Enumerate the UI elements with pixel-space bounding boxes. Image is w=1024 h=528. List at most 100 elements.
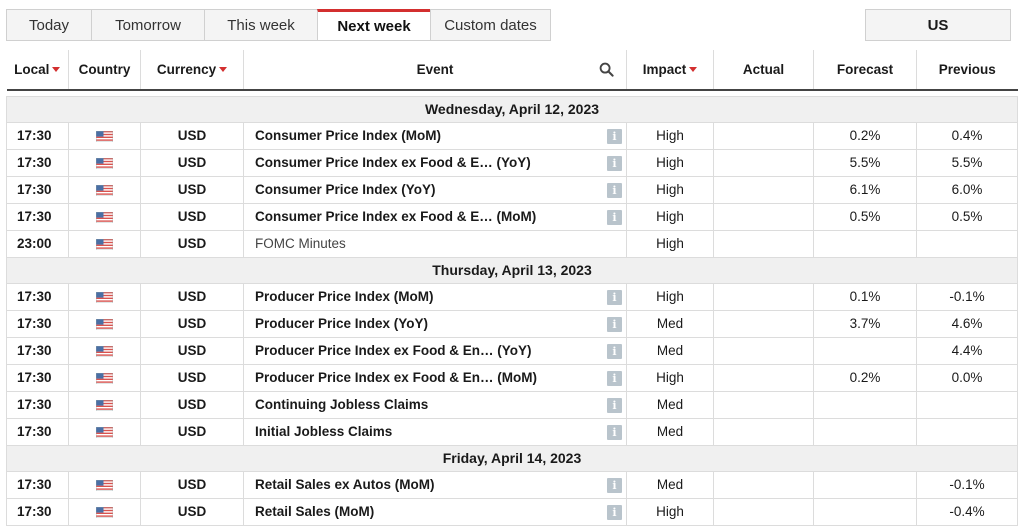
economic-calendar-table: Local Country Currency Event Impact Actu… (6, 50, 1018, 526)
info-icon[interactable]: i (607, 504, 622, 520)
table-row[interactable]: 17:30 USD Consumer Price Index (MoM) i High 0… (6, 121, 1018, 150)
event-cell[interactable]: Consumer Price Index ex Food & E… (MoM) i (243, 202, 627, 231)
table-row[interactable]: 17:30 USD Initial Jobless Claims i Med (6, 417, 1018, 446)
table-row[interactable]: 17:30 USD Retail Sales ex Autos (MoM) i Med -… (6, 470, 1018, 499)
us-flag-icon (96, 427, 113, 438)
col-currency[interactable]: Currency (140, 50, 244, 91)
event-forecast: 5.5% (813, 148, 917, 177)
event-cell[interactable]: Consumer Price Index (YoY) i (243, 175, 627, 204)
info-icon[interactable]: i (607, 182, 622, 198)
table-row[interactable]: 17:30 USD Continuing Jobless Claims i Med (6, 390, 1018, 419)
event-forecast: 0.2% (813, 363, 917, 392)
event-previous: 0.5% (916, 202, 1018, 231)
tab-custom-dates[interactable]: Custom dates (430, 9, 551, 41)
event-actual (713, 121, 814, 150)
event-time: 17:30 (6, 497, 69, 526)
event-impact: Med (626, 417, 714, 446)
event-impact: High (626, 282, 714, 311)
col-local-label: Local (14, 62, 50, 77)
info-icon[interactable]: i (607, 128, 622, 144)
event-forecast (813, 336, 917, 365)
event-forecast (813, 470, 917, 499)
event-name: Retail Sales (MoM) (255, 504, 375, 519)
col-local[interactable]: Local (6, 50, 69, 91)
info-icon[interactable]: i (607, 209, 622, 225)
event-actual (713, 497, 814, 526)
event-forecast: 3.7% (813, 309, 917, 338)
tab-this-week[interactable]: This week (204, 9, 317, 41)
tab-next-week[interactable]: Next week (317, 9, 430, 41)
tab-today[interactable]: Today (6, 9, 91, 41)
table-row[interactable]: 17:30 USD Consumer Price Index (YoY) i High 6… (6, 175, 1018, 204)
table-row[interactable]: 17:30 USD Consumer Price Index ex Food & E… (6, 202, 1018, 231)
event-cell[interactable]: Producer Price Index ex Food & En… (YoY)… (243, 336, 627, 365)
event-time: 17:30 (6, 390, 69, 419)
table-row[interactable]: 17:30 USD Consumer Price Index ex Food & E… (6, 148, 1018, 177)
country-cell (68, 497, 141, 526)
event-time: 17:30 (6, 363, 69, 392)
table-row[interactable]: 23:00 USD FOMC Minutes High (6, 229, 1018, 258)
event-impact: High (626, 148, 714, 177)
country-cell (68, 309, 141, 338)
table-row[interactable]: 17:30 USD Producer Price Index (MoM) i High 0… (6, 282, 1018, 311)
col-impact[interactable]: Impact (626, 50, 714, 91)
event-cell[interactable]: Retail Sales ex Autos (MoM) i (243, 470, 627, 499)
event-name: Consumer Price Index (YoY) (255, 182, 436, 197)
info-icon[interactable]: i (607, 289, 622, 305)
info-icon[interactable]: i (607, 424, 622, 440)
search-icon[interactable] (599, 62, 614, 77)
event-actual (713, 470, 814, 499)
table-row[interactable]: 17:30 USD Producer Price Index ex Food & E… (6, 363, 1018, 392)
event-name: Producer Price Index ex Food & En… (YoY) (255, 343, 532, 358)
event-cell[interactable]: Producer Price Index (MoM) i (243, 282, 627, 311)
event-impact: High (626, 175, 714, 204)
us-flag-icon (96, 319, 113, 330)
event-previous: 4.4% (916, 336, 1018, 365)
event-cell[interactable]: Continuing Jobless Claims i (243, 390, 627, 419)
tab-tomorrow[interactable]: Tomorrow (91, 9, 204, 41)
event-previous (916, 229, 1018, 258)
event-time: 17:30 (6, 470, 69, 499)
us-flag-icon (96, 480, 113, 491)
event-time: 17:30 (6, 202, 69, 231)
us-flag-icon (96, 239, 113, 250)
event-impact: Med (626, 336, 714, 365)
country-filter-button[interactable]: US (865, 9, 1011, 41)
event-name: FOMC Minutes (255, 236, 346, 251)
info-icon[interactable]: i (607, 477, 622, 493)
event-cell[interactable]: FOMC Minutes (243, 229, 627, 258)
event-time: 17:30 (6, 175, 69, 204)
event-impact: Med (626, 309, 714, 338)
table-row[interactable]: 17:30 USD Producer Price Index ex Food & E… (6, 336, 1018, 365)
us-flag-icon (96, 373, 113, 384)
info-icon[interactable]: i (607, 155, 622, 171)
col-previous: Previous (916, 50, 1018, 91)
info-icon[interactable]: i (607, 343, 622, 359)
event-name: Continuing Jobless Claims (255, 397, 429, 412)
table-row[interactable]: 17:30 USD Retail Sales (MoM) i High -0.4% (6, 497, 1018, 526)
event-previous: 0.0% (916, 363, 1018, 392)
calendar-body: Wednesday, April 12, 2023 17:30 USD Consume… (6, 90, 1018, 526)
event-time: 17:30 (6, 417, 69, 446)
event-cell[interactable]: Consumer Price Index ex Food & E… (YoY) i (243, 148, 627, 177)
event-currency: USD (140, 202, 244, 231)
info-icon[interactable]: i (607, 370, 622, 386)
info-icon[interactable]: i (607, 397, 622, 413)
country-cell (68, 470, 141, 499)
event-cell[interactable]: Producer Price Index (YoY) i (243, 309, 627, 338)
event-cell[interactable]: Initial Jobless Claims i (243, 417, 627, 446)
table-row[interactable]: 17:30 USD Producer Price Index (YoY) i Med 3.… (6, 309, 1018, 338)
event-time: 17:30 (6, 336, 69, 365)
event-currency: USD (140, 497, 244, 526)
us-flag-icon (96, 346, 113, 357)
event-impact: Med (626, 470, 714, 499)
event-cell[interactable]: Retail Sales (MoM) i (243, 497, 627, 526)
event-previous: 6.0% (916, 175, 1018, 204)
col-forecast: Forecast (813, 50, 917, 91)
event-actual (713, 309, 814, 338)
info-icon[interactable]: i (607, 316, 622, 332)
event-cell[interactable]: Producer Price Index ex Food & En… (MoM)… (243, 363, 627, 392)
event-currency: USD (140, 363, 244, 392)
us-flag-icon (96, 185, 113, 196)
event-cell[interactable]: Consumer Price Index (MoM) i (243, 121, 627, 150)
